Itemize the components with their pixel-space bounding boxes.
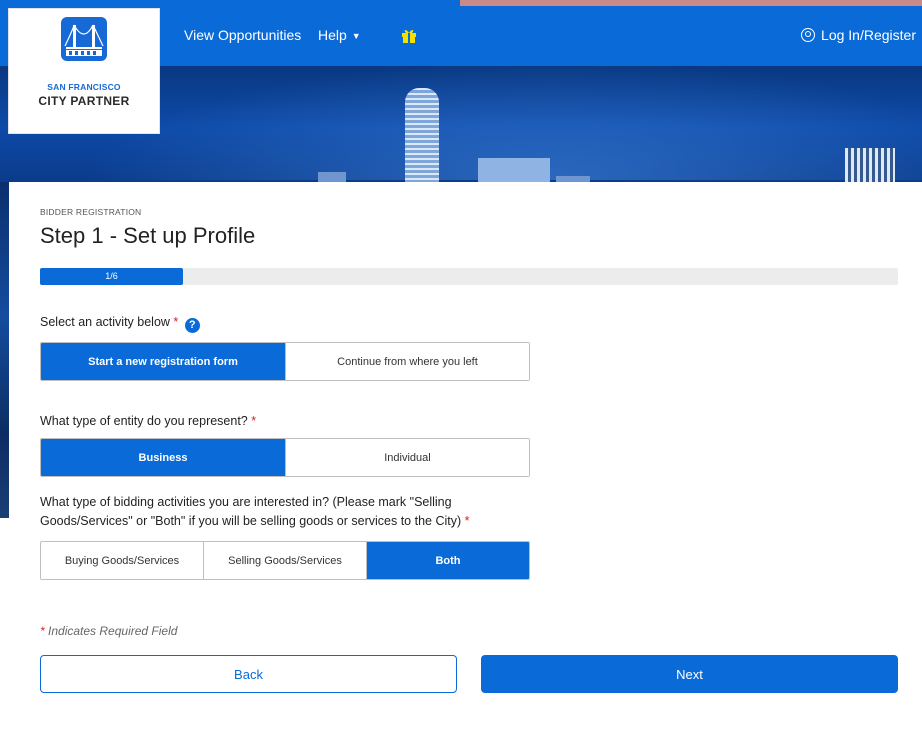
side-photo-strip [0, 182, 9, 518]
entity-label: What type of entity do you represent? [40, 414, 248, 428]
required-mark: * [464, 514, 470, 528]
bidding-selector: Buying Goods/Services Selling Goods/Serv… [40, 541, 530, 580]
activity-question: Select an activity below * ? [40, 313, 200, 333]
login-register-link[interactable]: Log In/Register [801, 27, 916, 43]
user-circle-icon [801, 28, 816, 42]
next-button[interactable]: Next [481, 655, 898, 693]
logo-name: CITY PARTNER [38, 94, 130, 108]
question-circle-icon[interactable]: ? [184, 318, 200, 333]
option-business[interactable]: Business [41, 439, 286, 476]
gift-icon[interactable] [401, 28, 417, 43]
chevron-down-icon: ▼ [351, 31, 361, 41]
entity-question: What type of entity do you represent? * [40, 412, 256, 431]
required-mark: * [173, 315, 179, 329]
hero-banner: View Opportunities Help ▼ Log In/Register… [0, 0, 922, 182]
required-mark: * [40, 624, 45, 638]
skyline-tower [405, 88, 439, 182]
bidding-question: What type of bidding activities you are … [40, 493, 540, 531]
top-strip [460, 0, 922, 6]
option-continue-registration[interactable]: Continue from where you left [286, 343, 529, 380]
nav-help-label: Help [318, 27, 347, 43]
nav-view-opportunities[interactable]: View Opportunities [184, 27, 301, 43]
logo[interactable]: SAN FRANCISCO CITY PARTNER [8, 8, 160, 134]
progress-bar: 1/6 [40, 268, 898, 285]
progress-fill: 1/6 [40, 268, 183, 285]
bridge-logo-icon [61, 17, 107, 61]
option-start-new-registration[interactable]: Start a new registration form [41, 343, 286, 380]
option-both[interactable]: Both [367, 542, 529, 579]
required-note-text: Indicates Required Field [48, 624, 178, 638]
skyline-building [318, 172, 346, 182]
required-field-note: * Indicates Required Field [40, 624, 177, 638]
required-mark: * [251, 414, 257, 428]
skyline-building [845, 148, 895, 182]
back-button[interactable]: Back [40, 655, 457, 693]
logo-subtitle: SAN FRANCISCO [47, 82, 121, 92]
option-selling-goods[interactable]: Selling Goods/Services [204, 542, 367, 579]
page-title: Step 1 - Set up Profile [40, 223, 256, 248]
option-individual[interactable]: Individual [286, 439, 529, 476]
activity-selector: Start a new registration form Continue f… [40, 342, 530, 381]
login-label: Log In/Register [821, 27, 916, 43]
entity-selector: Business Individual [40, 438, 530, 477]
nav-help-menu[interactable]: Help ▼ [318, 27, 361, 43]
activity-label: Select an activity below [40, 315, 170, 329]
option-buying-goods[interactable]: Buying Goods/Services [41, 542, 204, 579]
bidding-label: What type of bidding activities you are … [40, 495, 462, 528]
breadcrumb: BIDDER REGISTRATION [40, 207, 142, 217]
skyline-building [556, 176, 590, 182]
skyline-building [478, 158, 550, 182]
